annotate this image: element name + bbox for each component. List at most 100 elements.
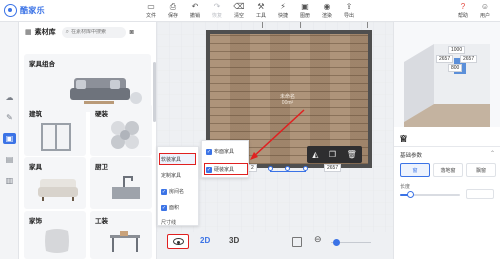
checkbox-icon[interactable]: ✓ bbox=[206, 148, 212, 155]
dimension-label-left[interactable]: 2 bbox=[248, 164, 257, 172]
preview-dim-right: 2657 bbox=[460, 55, 478, 63]
toolbar-user-button[interactable]: ☺ 用户 bbox=[474, 1, 496, 21]
undo-icon: ↶ bbox=[191, 2, 199, 11]
render-icon: ◉ bbox=[323, 2, 331, 11]
search-icon: ⌕ bbox=[65, 28, 69, 35]
toolbar-redo-button[interactable]: ↷ 恢复 bbox=[206, 1, 228, 21]
toolbar-undo-button[interactable]: ↶ 撤销 bbox=[184, 1, 206, 21]
checkbox-icon[interactable]: ✓ bbox=[161, 204, 167, 211]
rail-edit-icon[interactable]: ✎ bbox=[3, 112, 16, 123]
view-3d-button[interactable]: 3D bbox=[229, 236, 239, 245]
toolbar-save-button[interactable]: ⎙ 保存 bbox=[162, 1, 184, 21]
library-search-input[interactable] bbox=[71, 29, 123, 35]
checkbox-icon[interactable]: ✓ bbox=[206, 166, 212, 173]
library-scrollbar[interactable] bbox=[153, 62, 156, 122]
tile-image bbox=[111, 121, 139, 149]
toolbar-right: ? 帮助 ☺ 用户 bbox=[452, 1, 496, 21]
card-label: 硬装 bbox=[95, 111, 108, 118]
length-input[interactable] bbox=[466, 189, 494, 199]
card-label: 工装 bbox=[95, 218, 108, 225]
toolbar-label: 撤销 bbox=[189, 13, 200, 19]
window-handle-right[interactable] bbox=[303, 166, 308, 171]
sofa-set-image bbox=[70, 78, 142, 104]
menu-item-area[interactable]: ✓ 面积 bbox=[161, 204, 179, 211]
rail-cabinet-icon[interactable]: ▤ bbox=[3, 154, 16, 165]
window-handle-left[interactable] bbox=[268, 166, 273, 171]
window-type-option[interactable]: 窗 bbox=[400, 163, 430, 177]
toolbar-label: 文件 bbox=[145, 13, 156, 19]
menu-item-room-name[interactable]: ✓ 房间名 bbox=[161, 188, 184, 195]
length-slider-knob[interactable] bbox=[407, 191, 414, 198]
grid-icon: ▦ bbox=[25, 29, 32, 36]
help-icon: ? bbox=[460, 2, 466, 11]
toolbar-render-button[interactable]: ◉ 渲染 bbox=[316, 1, 338, 21]
dimension-label-right[interactable]: 2657 bbox=[324, 164, 342, 172]
toolbar-tool-button[interactable]: ⚒ 工具 bbox=[250, 1, 272, 21]
left-rail: ☁ ✎ ▣ ▤ ▥ bbox=[0, 22, 19, 259]
dimension-tick bbox=[367, 22, 368, 28]
logo-text: 酷家乐 bbox=[20, 6, 45, 15]
menu-item-soft-furniture[interactable]: 软装家具 bbox=[161, 156, 181, 163]
card-commercial[interactable]: 工装 bbox=[90, 211, 152, 259]
room-name-label[interactable]: 未命名 00m² bbox=[280, 94, 295, 106]
preview-dim-bottom: 800 bbox=[448, 64, 463, 72]
rail-furniture-icon[interactable]: ▥ bbox=[3, 175, 16, 186]
logo-icon bbox=[4, 4, 17, 17]
window-type-option[interactable]: 落地窗 bbox=[433, 163, 463, 177]
toolbar-label: 保存 bbox=[167, 13, 178, 19]
toolbar-tools: ▭ 文件 ⎙ 保存 ↶ 撤销 ↷ 恢复 ⌫ 清空 ⚒ 工具 ⚡ 快捷 ▣ 图册 ◉ 渲染 ⇪ 导出 bbox=[140, 1, 360, 21]
toolbar-help-button[interactable]: ? 帮助 bbox=[452, 1, 474, 21]
3d-room-preview bbox=[404, 44, 490, 127]
library-search[interactable]: ⌕ bbox=[61, 26, 126, 38]
preview-dim-left: 2657 bbox=[436, 55, 454, 63]
toolbar-file-button[interactable]: ▭ 文件 bbox=[140, 1, 162, 21]
toolbar-clear-button[interactable]: ⌫ 清空 bbox=[228, 1, 250, 21]
3d-preview[interactable]: 1000 2657 2657 800 bbox=[394, 22, 500, 127]
desk-image bbox=[110, 231, 140, 252]
card-label: 家具组合 bbox=[29, 61, 55, 68]
menu-item-custom-furniture[interactable]: 定制家具 bbox=[161, 172, 181, 179]
section-title: 窗 bbox=[400, 136, 407, 143]
zoom-slider-knob[interactable] bbox=[333, 239, 340, 246]
subsection-title[interactable]: 基础参数 bbox=[400, 151, 422, 159]
menu-item-dimension-lines[interactable]: 尺寸线 bbox=[161, 219, 176, 226]
window-handle-mid[interactable] bbox=[285, 166, 290, 171]
toolbar-export-button[interactable]: ⇪ 导出 bbox=[338, 1, 360, 21]
submenu-item-hard-furniture[interactable]: ✓ 硬装家具 bbox=[206, 166, 234, 173]
window-type-option[interactable]: 飘窗 bbox=[466, 163, 496, 177]
view-options-submenu: ✓ 布面家具 ✓ 硬装家具 bbox=[201, 140, 249, 178]
visibility-toggle-button[interactable] bbox=[167, 234, 189, 249]
submenu-item-fabric-furniture[interactable]: ✓ 布面家具 bbox=[206, 148, 234, 155]
toolbar-album-button[interactable]: ▣ 图册 bbox=[294, 1, 316, 21]
card-hard-decoration[interactable]: 硬装 bbox=[90, 104, 152, 156]
app-logo[interactable]: 酷家乐 bbox=[4, 4, 45, 17]
checkbox-icon[interactable]: ✓ bbox=[161, 188, 167, 195]
card-architecture[interactable]: 建筑 bbox=[24, 104, 86, 156]
toolbar-label: 工具 bbox=[255, 13, 266, 19]
view-2d-button[interactable]: 2D bbox=[200, 236, 210, 245]
card-decor[interactable]: 家饰 bbox=[24, 211, 86, 259]
copy-icon[interactable]: ❐ bbox=[329, 150, 336, 159]
library-header: ▦ 素材库 ⌕ ◙ bbox=[19, 22, 156, 42]
card-kitchen-bath[interactable]: 厨卫 bbox=[90, 157, 152, 209]
toolbar-label: 恢复 bbox=[211, 13, 222, 19]
file-icon: ▭ bbox=[147, 2, 155, 11]
export-icon: ⇪ bbox=[345, 2, 353, 11]
flip-icon[interactable]: ◭ bbox=[312, 150, 318, 159]
chevron-up-icon[interactable]: ⌃ bbox=[490, 150, 495, 157]
image-search-icon[interactable]: ◙ bbox=[130, 29, 134, 36]
delete-icon[interactable]: 🗑 bbox=[347, 150, 357, 159]
preview-dim-top: 1000 bbox=[448, 46, 466, 54]
clear-icon: ⌫ bbox=[233, 2, 245, 11]
toolbar-label: 帮助 bbox=[457, 13, 468, 19]
card-label: 家具 bbox=[29, 164, 42, 171]
tool-icon: ⚒ bbox=[257, 2, 265, 11]
rail-cloud-icon[interactable]: ☁ bbox=[3, 92, 16, 103]
zoom-out-icon[interactable]: ⊖ bbox=[314, 234, 322, 245]
toolbar-shortcut-button[interactable]: ⚡ 快捷 bbox=[272, 1, 294, 21]
rail-library-icon[interactable]: ▣ bbox=[3, 133, 16, 144]
properties-panel: 1000 2657 2657 800 窗 基础参数 ⌃ 窗 落地窗 飘窗 长度 bbox=[393, 22, 500, 259]
card-label: 家饰 bbox=[29, 218, 42, 225]
fit-view-icon[interactable] bbox=[292, 237, 302, 247]
card-furniture[interactable]: 家具 bbox=[24, 157, 86, 209]
